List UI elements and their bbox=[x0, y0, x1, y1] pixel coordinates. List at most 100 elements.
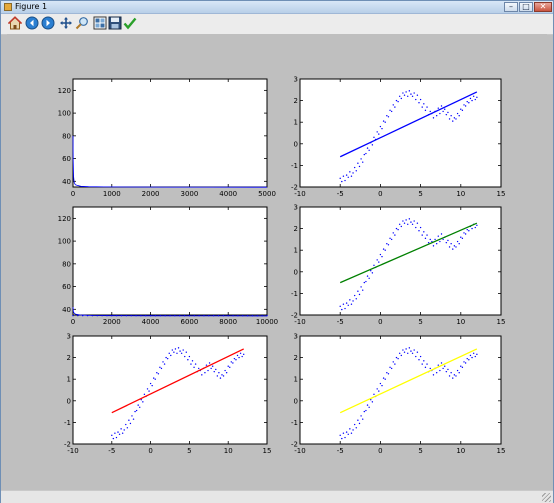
scatter-point bbox=[216, 375, 219, 377]
loss-marker bbox=[222, 314, 225, 317]
resize-grip[interactable] bbox=[542, 493, 551, 502]
x-tick-label: -5 bbox=[337, 318, 344, 326]
loss-marker bbox=[125, 314, 128, 317]
scatter-point bbox=[376, 259, 378, 261]
scatter-point bbox=[366, 147, 369, 149]
maximize-button[interactable]: □ bbox=[519, 2, 533, 12]
scatter-point bbox=[378, 133, 380, 135]
back-icon[interactable] bbox=[25, 16, 39, 30]
app-icon bbox=[4, 3, 12, 11]
x-tick-label: 15 bbox=[263, 447, 272, 455]
scatter-point bbox=[471, 227, 473, 230]
scatter-point bbox=[132, 418, 135, 420]
y-tick-label: 0 bbox=[294, 397, 298, 405]
scatter-point bbox=[159, 366, 161, 369]
scatter-point bbox=[376, 388, 378, 390]
scatter-point bbox=[407, 223, 409, 225]
forward-icon[interactable] bbox=[41, 16, 55, 30]
scatter-point bbox=[218, 372, 220, 374]
scatter-point bbox=[149, 382, 152, 385]
scatter-point bbox=[390, 110, 393, 113]
x-tick-label: 10 bbox=[456, 190, 465, 198]
scatter-point bbox=[415, 98, 417, 101]
scatter-point bbox=[204, 372, 206, 374]
scatter-point bbox=[400, 354, 403, 357]
zoom-icon[interactable] bbox=[75, 16, 89, 30]
y-tick-label: 2 bbox=[294, 354, 298, 362]
scatter-point bbox=[452, 120, 454, 122]
configure-subplots-icon[interactable] bbox=[93, 16, 107, 30]
scatter-point bbox=[413, 220, 415, 222]
pan-icon[interactable] bbox=[59, 16, 73, 30]
scatter-point bbox=[222, 375, 225, 377]
scatter-point bbox=[435, 243, 438, 245]
loss-marker bbox=[96, 314, 98, 317]
scatter-point bbox=[432, 117, 435, 119]
loss-marker bbox=[183, 314, 186, 317]
scatter-point bbox=[464, 362, 467, 364]
scatter-point bbox=[397, 228, 399, 231]
scatter-point bbox=[389, 366, 391, 369]
y-tick-label: 0 bbox=[67, 397, 71, 405]
scatter-point bbox=[166, 357, 169, 360]
x-tick-label: 0 bbox=[71, 190, 75, 198]
scatter-point bbox=[345, 302, 348, 304]
scatter-point bbox=[432, 374, 435, 376]
y-tick-label: -2 bbox=[291, 184, 298, 192]
scatter-point bbox=[403, 351, 406, 353]
scatter-point bbox=[394, 106, 396, 108]
scatter-point bbox=[400, 97, 403, 100]
close-button[interactable]: ✕ bbox=[534, 2, 552, 12]
scatter-point bbox=[353, 294, 356, 297]
scatter-point bbox=[114, 432, 116, 434]
scatter-point bbox=[389, 109, 391, 112]
scatter-point bbox=[373, 393, 375, 396]
loss-marker bbox=[261, 314, 263, 317]
save-icon[interactable] bbox=[108, 16, 122, 30]
scatter-point bbox=[126, 427, 129, 429]
scatter-point bbox=[442, 110, 444, 113]
scatter-point bbox=[368, 406, 370, 408]
scatter-point bbox=[198, 367, 200, 370]
scatter-point bbox=[405, 348, 407, 350]
navigation-toolbar bbox=[1, 14, 553, 35]
scatter-point bbox=[358, 165, 361, 168]
y-tick-label: -2 bbox=[64, 441, 71, 449]
scatter-point bbox=[386, 115, 388, 117]
scatter-point bbox=[453, 245, 456, 247]
scatter-point bbox=[358, 293, 361, 296]
scatter-point bbox=[402, 220, 404, 222]
scatter-point bbox=[474, 98, 476, 101]
figure-canvas[interactable]: 0 1000 2000 3000 4000 5000 40 60 80 100 120 -10 -5 0 5… bbox=[7, 34, 547, 488]
scatter-point bbox=[405, 91, 407, 93]
loss-marker bbox=[101, 314, 103, 317]
scatter-point bbox=[362, 418, 364, 420]
minimize-button[interactable]: – bbox=[504, 2, 518, 12]
scatter-point bbox=[239, 352, 242, 354]
y-tick-label: 2 bbox=[294, 97, 298, 105]
scatter-point bbox=[349, 171, 351, 173]
scatter-point bbox=[424, 109, 427, 112]
scatter-point bbox=[382, 248, 385, 250]
window-title: Figure 1 bbox=[15, 2, 48, 11]
scatter-point bbox=[450, 115, 452, 117]
loss-marker bbox=[188, 314, 191, 317]
scatter-point bbox=[352, 300, 354, 302]
scatter-point bbox=[472, 95, 475, 97]
scatter-point bbox=[365, 152, 367, 155]
scatter-point bbox=[371, 272, 374, 274]
x-tick-label: 15 bbox=[497, 190, 506, 198]
y-tick-label: 1 bbox=[294, 376, 298, 384]
scatter-point bbox=[221, 374, 223, 376]
home-icon[interactable] bbox=[8, 16, 22, 30]
scatter-point bbox=[421, 363, 423, 365]
scatter-point bbox=[464, 105, 467, 107]
x-tick-label: 0 bbox=[378, 318, 382, 326]
scatter-point bbox=[171, 349, 174, 351]
scatter-point bbox=[455, 375, 457, 377]
edit-icon[interactable] bbox=[123, 16, 137, 30]
scatter-point bbox=[390, 238, 393, 241]
scatter-point bbox=[410, 93, 412, 95]
scatter-point bbox=[416, 351, 419, 353]
scatter-point bbox=[349, 299, 351, 301]
